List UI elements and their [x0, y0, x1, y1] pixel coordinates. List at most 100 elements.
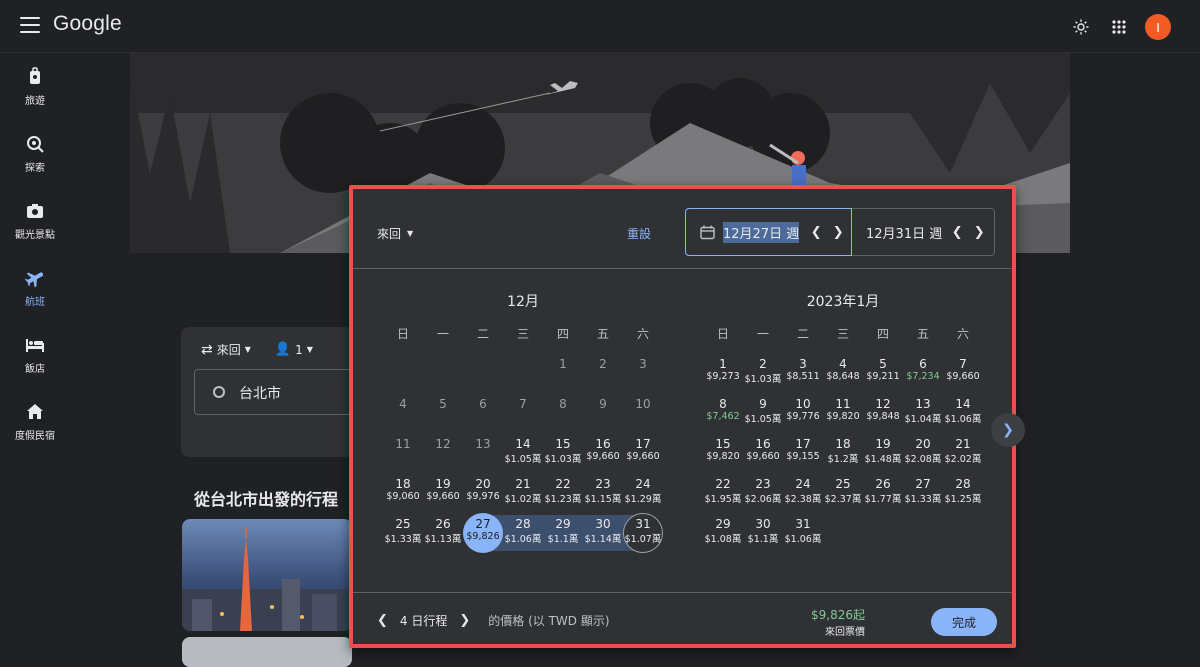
sidebar-item-flights[interactable]: 航班: [0, 264, 70, 320]
trip-card-image[interactable]: [182, 637, 352, 667]
day-price: $2.02萬: [944, 454, 982, 465]
apps-icon[interactable]: [1106, 14, 1132, 40]
sidebar-item-explore[interactable]: 探索: [0, 130, 70, 186]
chevron-left-icon[interactable]: ❮: [377, 613, 388, 628]
day-number: 8: [559, 397, 567, 411]
calendar-day: 5: [423, 395, 463, 431]
day-number: 12: [435, 437, 451, 451]
chevron-right-icon[interactable]: ❯: [827, 225, 849, 240]
origin-value: 台北市: [239, 386, 281, 402]
calendar-day: 4: [383, 395, 423, 431]
calendar-day: 1: [543, 355, 583, 391]
reset-button[interactable]: 重設: [627, 225, 651, 242]
weekday-label: 六: [636, 327, 649, 341]
calendar-day[interactable]: 21 $2.02萬: [943, 435, 983, 471]
sidebar-item-travel[interactable]: 旅遊: [0, 63, 70, 119]
theme-icon[interactable]: [1068, 14, 1094, 40]
google-logo[interactable]: Google: [53, 12, 122, 36]
weekday-label: 日: [716, 327, 729, 341]
calendar-icon: [700, 225, 715, 240]
departure-date-field[interactable]: 12月27日 週 ❮ ❯: [685, 208, 852, 256]
day-number: 23: [595, 477, 611, 491]
day-number: 11: [835, 397, 851, 411]
day-number: 9: [599, 397, 607, 411]
swap-icon: ⇄: [201, 341, 213, 358]
chevron-right-icon[interactable]: ❯: [459, 613, 470, 628]
calendar-day[interactable]: 14 $1.06萬: [943, 395, 983, 431]
day-price: $1.07萬: [624, 534, 662, 545]
day-number: 24: [635, 477, 651, 491]
weekday-label: 四: [876, 327, 889, 341]
month-title: 2023年1月: [806, 294, 880, 310]
weekday-label: 一: [756, 327, 769, 341]
return-date-value: 12月31日 週: [866, 226, 943, 242]
lowest-price: $9,826起: [811, 608, 865, 622]
passengers-select[interactable]: 1: [295, 343, 303, 357]
trip-card-image[interactable]: [182, 519, 352, 631]
explore-icon: [27, 136, 44, 153]
chevron-left-icon[interactable]: ❮: [805, 225, 827, 240]
day-number: 19: [435, 477, 451, 491]
sidebar-item-label: 旅遊: [25, 96, 45, 107]
day-number: 28: [515, 517, 531, 531]
menu-icon[interactable]: [20, 17, 40, 35]
sidebar-item-hotels[interactable]: 飯店: [0, 331, 70, 387]
day-price: $1.06萬: [784, 534, 822, 545]
sidebar-item-label: 度假民宿: [15, 431, 55, 442]
top-bar: Google I: [0, 0, 1200, 53]
day-number: 4: [399, 397, 407, 411]
day-number: 23: [755, 477, 771, 491]
chevron-down-icon: ▼: [244, 345, 251, 354]
sidebar-item-attractions[interactable]: 觀光景點: [0, 197, 70, 253]
day-number: 21: [515, 477, 531, 491]
calendar-day[interactable]: 7 $9,660: [943, 355, 983, 391]
next-month-button[interactable]: ❯: [991, 413, 1025, 447]
weekday-label: 四: [556, 327, 569, 341]
weekday-label: 日: [396, 327, 409, 341]
price-label: 來回票價: [825, 627, 865, 638]
day-number: 16: [755, 437, 771, 451]
day-price: $1.29萬: [624, 494, 662, 505]
calendar-day[interactable]: 31 $1.06萬: [783, 515, 823, 551]
weekday-label: 五: [916, 327, 929, 341]
home-icon: [27, 404, 43, 419]
weekday-label: 五: [596, 327, 609, 341]
day-number: 2: [599, 357, 607, 371]
calendar-day: 11: [383, 435, 423, 471]
day-number: 10: [795, 397, 811, 411]
calendar-day: 8: [543, 395, 583, 431]
sidebar-item-vacation-rentals[interactable]: 度假民宿: [0, 398, 70, 454]
chevron-right-icon[interactable]: ❯: [968, 225, 990, 240]
trips-heading: 從台北市出發的行程: [194, 490, 339, 509]
day-number: 17: [795, 437, 811, 451]
calendar-day: 9: [583, 395, 623, 431]
day-number: 30: [595, 517, 611, 531]
day-number: 15: [715, 437, 731, 451]
chevron-left-icon[interactable]: ❮: [946, 225, 968, 240]
day-number: 7: [519, 397, 527, 411]
day-number: 6: [479, 397, 487, 411]
avatar[interactable]: I: [1145, 14, 1171, 40]
day-number: 26: [435, 517, 451, 531]
return-date-field[interactable]: 12月31日 週 ❮ ❯: [852, 208, 995, 256]
day-number: 3: [799, 357, 807, 371]
date-picker-dialog: 來回 ▼ 重設 12月27日 週 ❮ ❯ 12月31日 週 ❮ ❯ 12月日 一 二…: [349, 185, 1016, 648]
trip-type-select[interactable]: 來回: [217, 341, 241, 358]
departure-date-value: 12月27日 週: [723, 221, 800, 243]
day-number: 25: [395, 517, 411, 531]
day-number: 16: [595, 437, 611, 451]
camera-icon: [27, 204, 43, 218]
day-number: 8: [719, 397, 727, 411]
weekday-label: 三: [516, 327, 529, 341]
done-button[interactable]: 完成: [931, 608, 997, 636]
day-number: 24: [795, 477, 811, 491]
trip-type-label: 來回: [377, 227, 402, 241]
trip-type-dropdown[interactable]: 來回 ▼: [377, 225, 413, 242]
calendar-day[interactable]: 31 $1.07萬: [623, 515, 663, 551]
calendar-day[interactable]: 24 $1.29萬: [623, 475, 663, 511]
trip-duration: 4 日行程: [399, 614, 448, 628]
calendar-day[interactable]: 17 $9,660: [623, 435, 663, 471]
footer-duration: ❮ 4 日行程 ❯ 的價格 (以 TWD 顯示): [377, 612, 610, 629]
calendar-day[interactable]: 28 $1.25萬: [943, 475, 983, 511]
day-number: 22: [715, 477, 731, 491]
